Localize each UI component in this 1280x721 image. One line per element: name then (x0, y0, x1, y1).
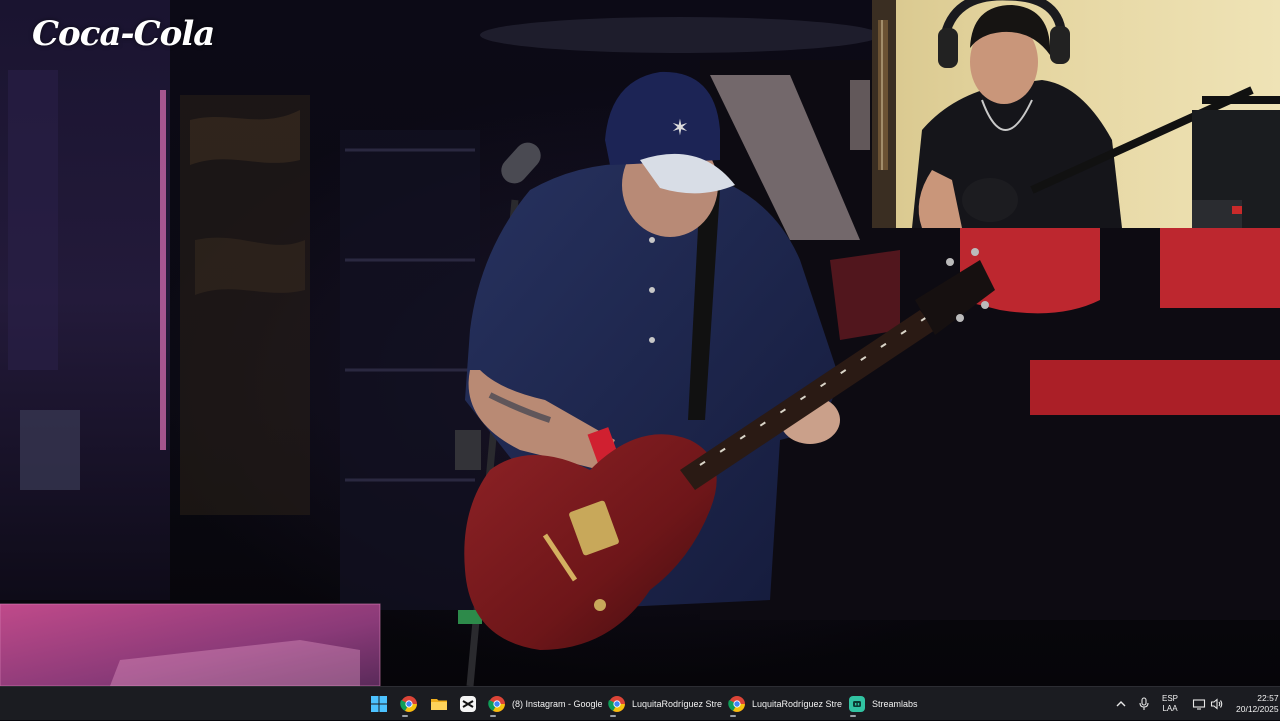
webcam-overlay (872, 0, 1280, 228)
clock-date: 20/12/2025 (1236, 704, 1279, 714)
chrome-icon (488, 695, 506, 713)
taskbar-clock[interactable]: 22:57 20/12/2025 (1236, 693, 1279, 715)
taskbar-window-label: LuquitaRodríguez Strea (632, 699, 722, 709)
microphone (501, 142, 541, 184)
taskbar-window-label: LuquitaRodríguez Strea (752, 699, 842, 709)
neon-strip (160, 90, 166, 450)
language-indicator[interactable]: ESP LAA (1162, 694, 1178, 714)
chrome-icon (400, 695, 418, 713)
taskbar-window-instagram[interactable]: (8) Instagram - Google C (484, 691, 608, 717)
taskbar-window-streamlabs[interactable]: Streamlabs (844, 691, 926, 717)
streamer-microphone (962, 178, 1018, 222)
keyboard-layout: LAA (1162, 704, 1178, 713)
folder-icon (430, 695, 448, 713)
speaker-icon[interactable] (1210, 697, 1224, 711)
network-icon[interactable] (1192, 697, 1206, 711)
taskbar-file-explorer[interactable] (426, 691, 452, 717)
clock-time: 22:57 (1257, 693, 1279, 703)
windows-taskbar: (8) Instagram - Google C LuquitaRodrígue… (0, 686, 1280, 720)
taskbar-window-label: Streamlabs (872, 699, 918, 709)
chrome-icon (608, 695, 626, 713)
windows-start-icon (370, 695, 388, 713)
performer-cap (605, 71, 720, 165)
webcam-scene (872, 0, 1280, 228)
taskbar-capcut[interactable] (455, 691, 481, 717)
chrome-icon (728, 695, 746, 713)
taskbar-window-luquita-1[interactable]: LuquitaRodríguez Strea (604, 691, 728, 717)
language-code: ESP (1162, 694, 1179, 703)
svg-text:✶: ✶ (671, 116, 689, 141)
start-button[interactable] (366, 691, 392, 717)
taskbar-chrome[interactable] (396, 691, 422, 717)
coca-cola-logo: Coca-Cola (32, 14, 215, 54)
taskbar-window-label: (8) Instagram - Google C (512, 699, 602, 709)
streamlabs-icon (848, 695, 866, 713)
system-tray: ESP LAA 22:57 20/12/2025 (1114, 687, 1279, 721)
lighting-rig (480, 17, 880, 53)
microphone-icon[interactable] (1138, 697, 1150, 711)
chevron-up-icon[interactable] (1114, 697, 1128, 711)
capcut-icon (459, 695, 477, 713)
taskbar-window-luquita-2[interactable]: LuquitaRodríguez Strea (724, 691, 848, 717)
